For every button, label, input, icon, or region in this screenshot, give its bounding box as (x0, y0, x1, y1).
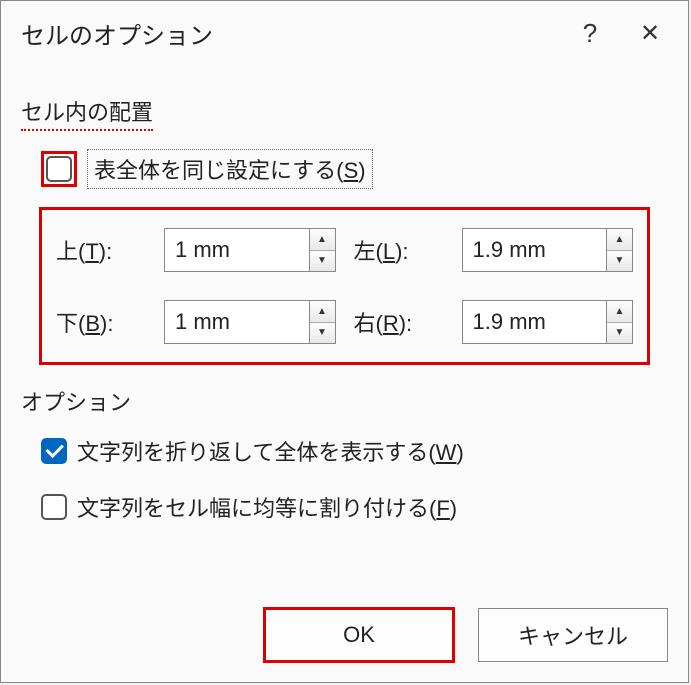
ok-button[interactable]: OK (264, 608, 454, 662)
same-as-table-checkbox[interactable] (46, 156, 72, 182)
options-group: 文字列を折り返して全体を表示する(W) 文字列をセル幅に均等に割り付ける(F) (41, 435, 668, 523)
margin-bottom-label: 下(B): (56, 306, 146, 338)
close-button[interactable]: ✕ (620, 9, 680, 57)
wrap-text-label: 文字列を折り返して全体を表示する(W) (77, 435, 464, 467)
margin-right-up[interactable]: ▲ (607, 301, 632, 323)
close-icon: ✕ (640, 19, 660, 48)
margin-top-spinner[interactable]: 1 mm ▲ ▼ (164, 228, 336, 272)
cancel-button[interactable]: キャンセル (478, 608, 668, 662)
margin-right-down[interactable]: ▼ (607, 323, 632, 344)
margin-top-value[interactable]: 1 mm (165, 229, 309, 271)
same-as-table-row: 表全体を同じ設定にする(S) (41, 149, 668, 189)
margin-left-down[interactable]: ▼ (607, 251, 632, 272)
margin-right-value[interactable]: 1.9 mm (463, 301, 607, 343)
margin-bottom-down[interactable]: ▼ (310, 323, 335, 344)
margin-right-spinner[interactable]: 1.9 mm ▲ ▼ (462, 300, 634, 344)
titlebar: セルのオプション ? ✕ (1, 1, 688, 65)
margins-group: 上(T): 1 mm ▲ ▼ 左(L): 1.9 mm ▲ ▼ (39, 207, 650, 365)
cell-margins-header: セル内の配置 (21, 95, 668, 131)
fit-text-label: 文字列をセル幅に均等に割り付ける(F) (77, 491, 457, 523)
wrap-text-checkbox[interactable] (41, 438, 67, 464)
same-as-table-label: 表全体を同じ設定にする(S) (87, 149, 373, 189)
dialog-title: セルのオプション (21, 16, 560, 51)
margin-right-label: 右(R): (354, 306, 444, 338)
margin-top-up[interactable]: ▲ (310, 229, 335, 251)
wrap-text-row: 文字列を折り返して全体を表示する(W) (41, 435, 668, 467)
dialog-buttons: OK キャンセル (264, 608, 668, 662)
margin-top-label: 上(T): (56, 234, 146, 266)
cell-options-dialog: セルのオプション ? ✕ セル内の配置 表全体を同じ設定にする(S) (0, 0, 689, 683)
fit-text-checkbox[interactable] (41, 494, 67, 520)
fit-text-row: 文字列をセル幅に均等に割り付ける(F) (41, 491, 668, 523)
margin-bottom-spinner[interactable]: 1 mm ▲ ▼ (164, 300, 336, 344)
help-button[interactable]: ? (560, 9, 620, 57)
margin-top-down[interactable]: ▼ (310, 251, 335, 272)
same-as-table-highlight (41, 151, 77, 187)
options-header: オプション (21, 385, 668, 417)
dialog-content: セル内の配置 表全体を同じ設定にする(S) 上(T): 1 mm ▲ (1, 65, 688, 567)
margin-bottom-value[interactable]: 1 mm (165, 301, 309, 343)
help-icon: ? (583, 18, 597, 49)
margin-left-label: 左(L): (354, 234, 444, 266)
margin-left-value[interactable]: 1.9 mm (463, 229, 607, 271)
margin-left-spinner[interactable]: 1.9 mm ▲ ▼ (462, 228, 634, 272)
margin-left-up[interactable]: ▲ (607, 229, 632, 251)
margin-bottom-up[interactable]: ▲ (310, 301, 335, 323)
